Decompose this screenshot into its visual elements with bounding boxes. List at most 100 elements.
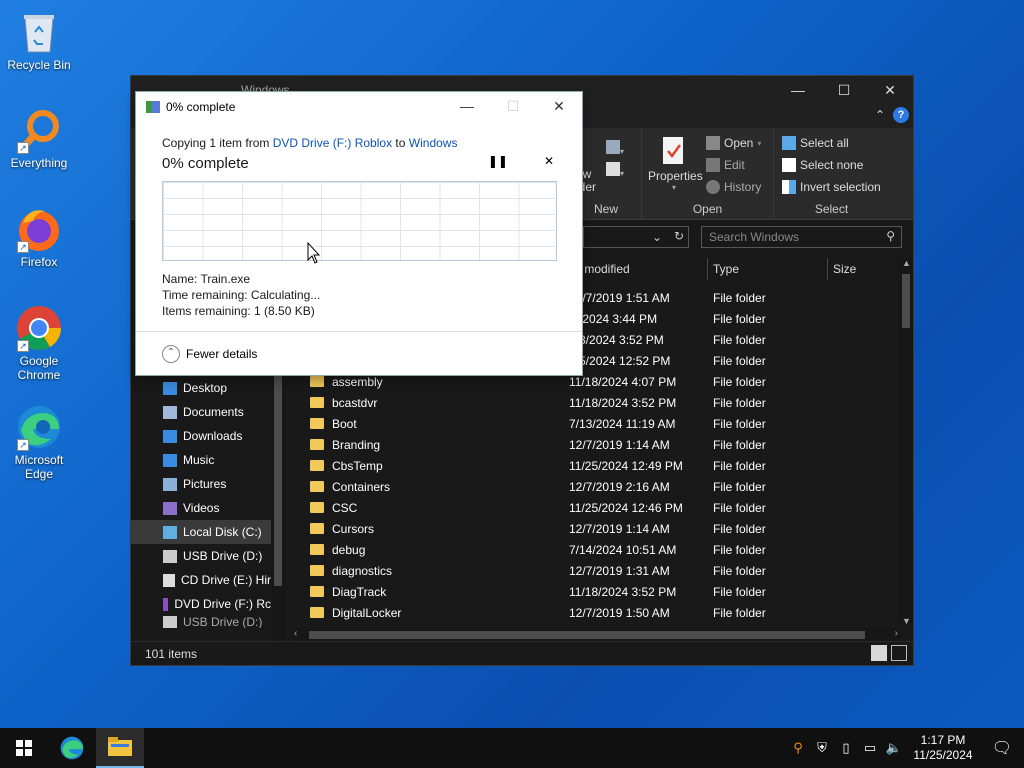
- desktop-icon-everything[interactable]: ↗ Everything: [4, 106, 74, 170]
- dialog-minimize-button[interactable]: —: [444, 92, 490, 120]
- fewer-details-button[interactable]: ⌃ Fewer details: [136, 331, 582, 375]
- properties-icon: [663, 137, 683, 164]
- details-view-icon[interactable]: [871, 645, 887, 661]
- row-date: /18/2024 3:52 PM: [569, 332, 664, 347]
- dialog-titlebar[interactable]: 0% complete — ☐ ✕: [136, 92, 582, 122]
- everything-tray-icon[interactable]: ⚲: [786, 740, 810, 756]
- desktop-icon-edge[interactable]: ↗ Microsoft Edge: [4, 403, 74, 481]
- select-none-button[interactable]: Select none: [782, 154, 881, 176]
- nav-scrollbar[interactable]: ⌄: [271, 376, 285, 658]
- taskbar-file-explorer-button[interactable]: [96, 728, 144, 768]
- table-row[interactable]: CSC 11/25/2024 12:46 PM File folder: [306, 497, 906, 518]
- cancel-copy-button[interactable]: ✕: [544, 154, 554, 168]
- column-headers: te modified Type Size: [571, 258, 899, 280]
- table-row[interactable]: bcastdvr 11/18/2024 3:52 PM File folder: [306, 392, 906, 413]
- minimize-button[interactable]: —: [775, 76, 821, 104]
- nav-item[interactable]: Downloads: [131, 424, 271, 448]
- collapse-ribbon-icon[interactable]: ⌃: [875, 108, 885, 122]
- horizontal-scrollbar[interactable]: ‹ ›: [291, 628, 901, 642]
- table-row[interactable]: Cursors 12/7/2019 1:14 AM File folder: [306, 518, 906, 539]
- table-row[interactable]: debug 7/14/2024 10:51 AM File folder: [306, 539, 906, 560]
- maximize-button[interactable]: ☐: [821, 76, 867, 104]
- history-button[interactable]: History: [706, 176, 761, 198]
- scroll-up-icon[interactable]: ▲: [902, 258, 911, 268]
- column-separator[interactable]: [707, 258, 708, 280]
- search-input[interactable]: Search Windows ⚲: [701, 226, 902, 248]
- address-dropdown-icon[interactable]: ⌄: [652, 230, 662, 244]
- table-row[interactable]: Boot 7/13/2024 11:19 AM File folder: [306, 413, 906, 434]
- table-row[interactable]: Branding 12/7/2019 1:14 AM File folder: [306, 434, 906, 455]
- notifications-icon[interactable]: 🗨: [980, 738, 1024, 758]
- scroll-down-icon[interactable]: ▼: [902, 616, 911, 626]
- vertical-scroll-thumb[interactable]: [902, 274, 910, 328]
- column-type[interactable]: Type: [713, 262, 739, 276]
- scroll-left-icon[interactable]: ‹: [294, 628, 297, 639]
- nav-scroll-thumb[interactable]: [274, 376, 282, 586]
- table-row[interactable]: DiagTrack 11/18/2024 3:52 PM File folder: [306, 581, 906, 602]
- destination-link[interactable]: Windows: [409, 136, 458, 150]
- table-row[interactable]: Containers 12/7/2019 2:16 AM File folder: [306, 476, 906, 497]
- dialog-maximize-button[interactable]: ☐: [490, 92, 536, 120]
- invert-selection-button[interactable]: Invert selection: [782, 176, 881, 198]
- network-icon[interactable]: ▭: [858, 740, 882, 756]
- nav-item[interactable]: CD Drive (E:) Hir: [131, 568, 271, 592]
- desktop-icon-chrome[interactable]: ↗ Google Chrome: [4, 304, 74, 382]
- file-name: Name: Train.exe: [162, 272, 251, 286]
- dialog-close-button[interactable]: ✕: [536, 92, 582, 120]
- desktop-icon-recycle-bin[interactable]: Recycle Bin: [4, 8, 74, 72]
- clock-date: 11/25/2024: [913, 748, 973, 762]
- row-name: Containers: [332, 479, 391, 494]
- column-size[interactable]: Size: [833, 262, 856, 276]
- horizontal-scroll-thumb[interactable]: [309, 631, 865, 639]
- table-row[interactable]: diagnostics 12/7/2019 1:31 AM File folder: [306, 560, 906, 581]
- nav-item[interactable]: Documents: [131, 400, 271, 424]
- clock[interactable]: 1:17 PM 11/25/2024: [906, 733, 980, 763]
- copy-progress-dialog[interactable]: 0% complete — ☐ ✕ Copying 1 item from DV…: [135, 91, 583, 376]
- address-bar[interactable]: ⌄ ↻: [583, 226, 689, 248]
- properties-label: Properties: [648, 169, 703, 183]
- close-button[interactable]: ✕: [867, 76, 913, 104]
- nav-item-icon: [163, 501, 177, 515]
- folder-icon: [310, 607, 324, 618]
- properties-button[interactable]: Properties ▾: [648, 136, 703, 192]
- column-separator[interactable]: [827, 258, 828, 280]
- row-type: File folder: [713, 479, 766, 494]
- security-shield-icon[interactable]: ⛨: [810, 740, 834, 756]
- nav-item[interactable]: Pictures: [131, 472, 271, 496]
- nav-item[interactable]: DVD Drive (F:) Rc: [131, 592, 271, 616]
- volume-muted-icon[interactable]: 🔈: [882, 740, 906, 756]
- scroll-right-icon[interactable]: ›: [895, 628, 898, 639]
- nav-item[interactable]: USB Drive (D:): [131, 616, 271, 628]
- nav-item-label: USB Drive (D:): [183, 616, 263, 628]
- source-link[interactable]: DVD Drive (F:) Roblox: [273, 136, 392, 150]
- taskbar-edge-button[interactable]: [48, 728, 96, 768]
- table-row[interactable]: CbsTemp 11/25/2024 12:49 PM File folder: [306, 455, 906, 476]
- row-type: File folder: [713, 353, 766, 368]
- copy-prefix: Copying 1 item from: [162, 136, 270, 150]
- select-all-button[interactable]: Select all: [782, 132, 881, 154]
- open-button[interactable]: Open ▾: [706, 132, 761, 154]
- help-icon[interactable]: ?: [893, 107, 909, 123]
- windows-logo-icon: [16, 740, 32, 756]
- edge-icon: ↗: [15, 403, 63, 451]
- usb-eject-icon[interactable]: ▯: [834, 740, 858, 756]
- row-type: File folder: [713, 395, 766, 410]
- nav-item[interactable]: Desktop: [131, 376, 271, 400]
- refresh-icon[interactable]: ↻: [674, 229, 684, 243]
- edit-button[interactable]: Edit: [706, 154, 761, 176]
- vertical-scrollbar[interactable]: ▲ ▼: [899, 258, 913, 626]
- row-date: 11/25/2024 12:46 PM: [569, 500, 683, 515]
- nav-item[interactable]: USB Drive (D:): [131, 544, 271, 568]
- table-row[interactable]: DigitalLocker 12/7/2019 1:50 AM File folde…: [306, 602, 906, 623]
- everything-icon: ↗: [15, 106, 63, 154]
- new-item-icon[interactable]: ▾: [606, 140, 624, 157]
- start-button[interactable]: [0, 728, 48, 768]
- pause-button[interactable]: ❚❚: [488, 154, 508, 168]
- nav-item[interactable]: Local Disk (C:): [131, 520, 271, 544]
- easy-access-icon[interactable]: ▾: [606, 162, 624, 179]
- nav-item-label: Local Disk (C:): [183, 525, 262, 539]
- desktop-icon-firefox[interactable]: ↗ Firefox: [4, 205, 74, 269]
- nav-item[interactable]: Music: [131, 448, 271, 472]
- large-icons-view-icon[interactable]: [891, 645, 907, 661]
- nav-item[interactable]: Videos: [131, 496, 271, 520]
